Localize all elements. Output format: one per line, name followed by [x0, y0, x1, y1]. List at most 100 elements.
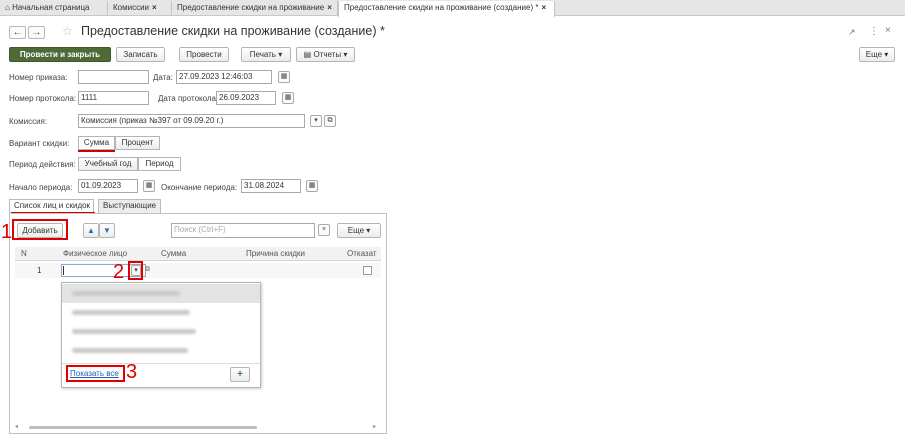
post-and-close-button[interactable]: Провести и закрыть	[9, 47, 111, 62]
annotation-box	[66, 365, 125, 382]
table-header: N Физическое лицо Сумма Причина скидки О…	[15, 247, 381, 261]
commission-label: Комиссия:	[9, 117, 48, 126]
tab-commissions[interactable]: Комиссии ×	[108, 1, 172, 16]
protocol-number-label: Номер протокола:	[9, 94, 77, 103]
link-icon[interactable]: ↗	[848, 27, 856, 38]
calendar-icon[interactable]: ▦	[143, 180, 155, 192]
arrow-left-icon: ←	[12, 27, 23, 38]
column-n[interactable]: N	[21, 249, 27, 258]
tab-label: Предоставление скидки на проживание	[177, 3, 325, 12]
close-icon[interactable]: ×	[885, 25, 891, 36]
close-icon[interactable]: ×	[327, 3, 332, 12]
variant-sum-button[interactable]: Сумма	[78, 136, 115, 150]
period-year-button[interactable]: Учебный год	[78, 157, 138, 171]
annotation-underline	[78, 150, 115, 152]
order-number-label: Номер приказа:	[9, 73, 68, 82]
search-input[interactable]: Поиск (Ctrl+F)	[171, 223, 315, 238]
chevron-down-icon: ▾	[343, 50, 348, 59]
chevron-down-icon: ▾	[366, 226, 371, 235]
report-icon: ▤	[303, 50, 312, 59]
annotation-number: 2	[113, 261, 125, 283]
chevron-down-icon: ▾	[278, 50, 283, 59]
annotation-box	[128, 261, 143, 280]
more-label: Еще	[865, 50, 883, 59]
refused-checkbox[interactable]	[363, 266, 372, 275]
more-label: Еще	[347, 226, 365, 235]
create-new-button[interactable]: +	[230, 367, 250, 382]
print-label: Печать	[249, 50, 276, 59]
row-number: 1	[37, 266, 42, 275]
discount-variant-label: Вариант скидки:	[9, 139, 70, 148]
protocol-number-field[interactable]: 1111	[78, 91, 149, 105]
clear-search-icon[interactable]: ×	[318, 224, 330, 236]
tab-home[interactable]: ⌂ Начальная страница	[0, 1, 108, 16]
close-icon[interactable]: ×	[152, 3, 157, 12]
more-button[interactable]: Еще ▾	[859, 47, 895, 62]
more-vertical-icon[interactable]: ⋮	[869, 26, 879, 37]
order-number-field[interactable]	[78, 70, 149, 84]
tab-label: Начальная страница	[12, 3, 90, 12]
start-period-label: Начало периода:	[9, 183, 73, 192]
end-period-label: Окончание периода:	[161, 183, 238, 192]
date-label: Дата:	[153, 73, 173, 82]
home-icon: ⌂	[5, 3, 10, 12]
horizontal-scrollbar[interactable]: ◂ ▸	[15, 423, 381, 431]
scroll-thumb[interactable]	[29, 426, 257, 429]
protocol-date-label: Дата протокола:	[158, 94, 219, 103]
post-button[interactable]: Провести	[179, 47, 229, 62]
back-button[interactable]: ←	[9, 26, 26, 39]
tab-discount-list[interactable]: Предоставление скидки на проживание ×	[172, 1, 338, 16]
dropdown-item[interactable]	[62, 284, 260, 303]
tab-label: Предоставление скидки на проживание (соз…	[344, 3, 539, 12]
open-link-icon[interactable]: ⧉	[145, 266, 150, 274]
page-title: Предоставление скидки на проживание (соз…	[81, 24, 385, 38]
end-period-field[interactable]: 31.08.2024	[241, 179, 301, 193]
annotation-number: 1	[1, 221, 13, 243]
calendar-icon[interactable]: ▦	[278, 71, 290, 83]
dropdown-item[interactable]	[62, 303, 260, 322]
dropdown-item[interactable]	[62, 341, 260, 360]
move-up-button[interactable]: ▲	[83, 223, 99, 238]
arrow-up-icon: ▲	[87, 226, 95, 235]
column-refused[interactable]: Отказат	[347, 249, 377, 258]
variant-percent-button[interactable]: Процент	[115, 136, 160, 150]
column-reason[interactable]: Причина скидки	[246, 249, 305, 258]
calendar-icon[interactable]: ▦	[282, 92, 294, 104]
move-down-button[interactable]: ▼	[99, 223, 115, 238]
column-person[interactable]: Физическое лицо	[63, 249, 127, 258]
save-button[interactable]: Записать	[116, 47, 165, 62]
commission-field[interactable]: Комиссия (приказ №397 от 09.09.20 г.)	[78, 114, 305, 128]
tab-speakers[interactable]: Выступающие	[98, 199, 161, 213]
scroll-right-icon[interactable]: ▸	[373, 423, 376, 430]
tab-bar: ⌂ Начальная страница Комиссии × Предостав…	[0, 0, 905, 17]
scroll-left-icon[interactable]: ◂	[15, 423, 18, 430]
print-button[interactable]: Печать ▾	[241, 47, 291, 62]
plus-icon: +	[237, 369, 243, 380]
reports-button[interactable]: ▤ Отчеты ▾	[296, 47, 355, 62]
period-period-button[interactable]: Период	[138, 157, 181, 171]
divider	[62, 363, 260, 364]
period-label: Период действия:	[9, 160, 76, 169]
chevron-down-icon: ▾	[884, 50, 889, 59]
reports-label: Отчеты	[313, 50, 342, 59]
annotation-box	[12, 219, 68, 240]
annotation-number: 3	[126, 361, 138, 383]
chevron-down-icon[interactable]: ▾	[310, 115, 322, 127]
column-sum[interactable]: Сумма	[161, 249, 186, 258]
table-row[interactable]: 1	[15, 263, 381, 278]
calendar-icon[interactable]: ▦	[306, 180, 318, 192]
forward-button[interactable]: →	[28, 26, 45, 39]
tab-discount-create[interactable]: Предоставление скидки на проживание (соз…	[338, 1, 555, 17]
arrow-right-icon: →	[31, 27, 42, 38]
star-icon[interactable]: ☆	[62, 24, 73, 38]
start-period-field[interactable]: 01.09.2023	[78, 179, 138, 193]
arrow-down-icon: ▼	[103, 226, 111, 235]
date-field[interactable]: 27.09.2023 12:46:03	[176, 70, 272, 84]
close-icon[interactable]: ×	[541, 3, 546, 12]
open-link-icon[interactable]: ⧉	[324, 115, 336, 127]
dropdown-item[interactable]	[62, 322, 260, 341]
protocol-date-field[interactable]: 26.09.2023	[216, 91, 276, 105]
table-more-button[interactable]: Еще ▾	[337, 223, 381, 238]
tab-label: Комиссии	[113, 3, 150, 12]
text-cursor	[63, 266, 64, 275]
